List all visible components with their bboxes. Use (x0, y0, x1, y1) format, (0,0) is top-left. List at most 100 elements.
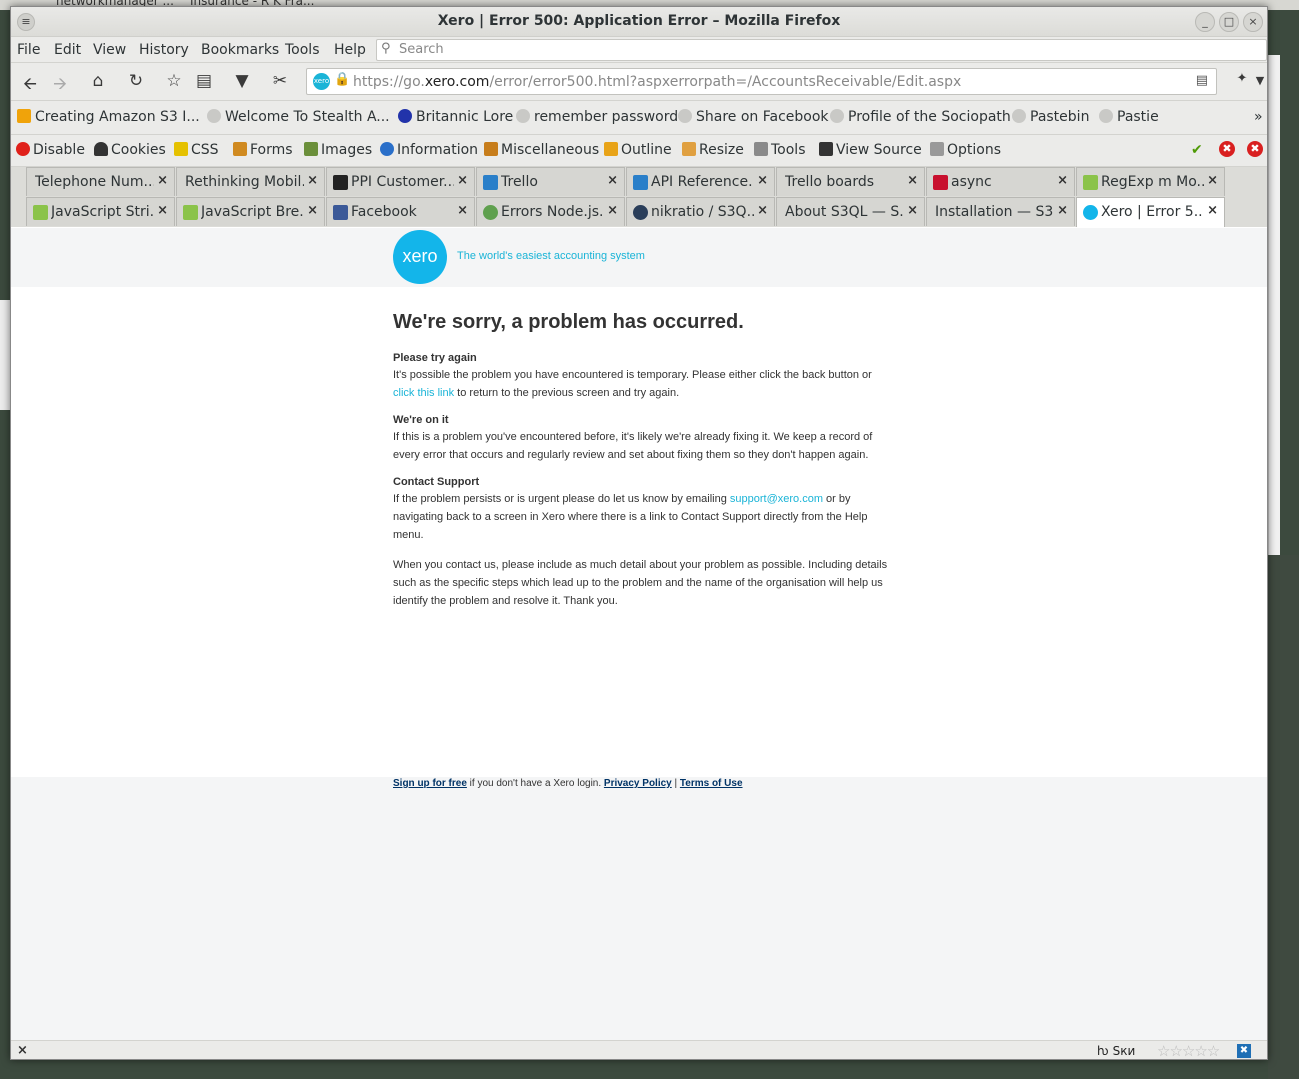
tab-close-icon[interactable]: × (307, 203, 318, 218)
devbar-disable[interactable]: Disable (16, 142, 85, 158)
tab-close-icon[interactable]: × (1057, 203, 1068, 218)
tab[interactable]: async × (926, 167, 1075, 196)
bookmark-item[interactable]: Share on Facebook (678, 109, 829, 125)
devbar-information[interactable]: Information (380, 142, 478, 158)
cut-icon[interactable]: ✂ (269, 71, 291, 91)
chevron-down-icon[interactable]: ▼ (1249, 74, 1267, 87)
star-icon[interactable]: ☆ (163, 71, 185, 91)
maximize-button[interactable]: □ (1219, 12, 1239, 32)
site-identity-icon[interactable]: xero (313, 73, 330, 90)
close-window-button[interactable]: × (1243, 12, 1263, 32)
bookmark-item[interactable]: Pastie (1099, 109, 1159, 125)
tab[interactable]: nikratio / S3Q... × (626, 197, 775, 226)
devbar-view-source[interactable]: View Source (819, 142, 922, 158)
tab[interactable]: Telephone Num... × (26, 167, 175, 196)
bookmarks-overflow-button[interactable]: » (1254, 109, 1263, 125)
tab-active[interactable]: Xero | Error 5... × (1076, 197, 1225, 227)
tab-close-icon[interactable]: × (757, 173, 768, 188)
tab-close-icon[interactable]: × (157, 173, 168, 188)
forward-icon[interactable]: 🡪 (49, 71, 71, 100)
back-icon[interactable]: 🡨 (19, 71, 41, 100)
tab-close-icon[interactable]: × (457, 173, 468, 188)
menu-file[interactable]: File (17, 42, 40, 58)
bookmark-item[interactable]: Creating Amazon S3 I... (17, 109, 200, 125)
rating-stars[interactable]: ☆☆☆☆☆ (1157, 1042, 1220, 1059)
signup-link[interactable]: Sign up for free (393, 778, 467, 789)
tab[interactable]: JavaScript Bre... × (176, 197, 325, 226)
tab-close-icon[interactable]: × (1057, 173, 1068, 188)
devbar-css[interactable]: CSS (174, 142, 219, 158)
reading-list-icon[interactable]: ▤ (193, 71, 215, 91)
tab[interactable]: PPI Customer... × (326, 167, 475, 196)
privacy-policy-link[interactable]: Privacy Policy (604, 778, 672, 789)
tab[interactable]: API Reference... × (626, 167, 775, 196)
terms-of-use-link[interactable]: Terms of Use (680, 778, 743, 789)
devbar-forms[interactable]: Forms (233, 142, 293, 158)
devbar-images[interactable]: Images (304, 142, 372, 158)
menu-history[interactable]: History (139, 42, 189, 58)
url-prefix: https://go. (353, 74, 425, 90)
tab-strip: Telephone Num... × Rethinking Mobil... × P… (11, 167, 1267, 227)
tab-close-icon[interactable]: × (157, 203, 168, 218)
tab[interactable]: RegExp m Mo... × (1076, 167, 1225, 196)
reader-view-icon[interactable]: ▤ (1196, 73, 1208, 88)
tab-close-icon[interactable]: × (607, 203, 618, 218)
bookmark-item[interactable]: Profile of the Sociopath (830, 109, 1011, 125)
tab[interactable]: Rethinking Mobil... × (176, 167, 325, 196)
tab-close-icon[interactable]: × (457, 203, 468, 218)
back-link[interactable]: click this link (393, 387, 454, 399)
language-indicator[interactable]: ƕ Ѕки (1097, 1044, 1135, 1058)
url-bar[interactable]: xero 🔒 https://go.xero.com/error/error50… (306, 68, 1217, 95)
menu-bookmarks[interactable]: Bookmarks (201, 42, 279, 58)
lock-icon[interactable]: 🔒 (334, 72, 350, 87)
pocket-icon[interactable]: ▼ (231, 71, 253, 91)
url-text[interactable]: https://go.xero.com/error/error500.html?… (353, 74, 961, 90)
menu-help[interactable]: Help (334, 42, 366, 58)
tab-close-icon[interactable]: × (757, 203, 768, 218)
bookmark-item[interactable]: Pastebin (1012, 109, 1089, 125)
globe-icon (1012, 109, 1026, 123)
bookmark-item[interactable]: Welcome To Stealth A... (207, 109, 390, 125)
menu-tools[interactable]: Tools (285, 42, 320, 58)
tab-close-icon[interactable]: × (907, 173, 918, 188)
tab[interactable]: About S3QL — S... × (776, 197, 925, 226)
valid-check-icon[interactable]: ✔ (1191, 142, 1203, 158)
devbar-resize[interactable]: Resize (682, 142, 744, 158)
tab[interactable]: Facebook × (326, 197, 475, 226)
home-icon[interactable]: ⌂ (87, 71, 109, 91)
options-icon (930, 142, 944, 156)
close-findbar-icon[interactable]: × (17, 1043, 28, 1058)
bookmark-item[interactable]: Britannic Lore (398, 109, 513, 125)
tab-close-icon[interactable]: × (907, 203, 918, 218)
devbar-outline[interactable]: Outline (604, 142, 672, 158)
tab[interactable]: Trello × (476, 167, 625, 196)
tab-label: Trello (501, 174, 538, 190)
search-input[interactable]: ⚲ Search (376, 39, 1267, 61)
tab[interactable]: Errors Node.js... × (476, 197, 625, 226)
bookmark-item[interactable]: remember password (516, 109, 678, 125)
tab[interactable]: JavaScript Stri... × (26, 197, 175, 226)
devbar-options[interactable]: Options (930, 142, 1001, 158)
addon-icon[interactable]: ✖ (1237, 1044, 1251, 1058)
devbar-tools[interactable]: Tools (754, 142, 806, 158)
error-x-icon[interactable]: ✖ (1219, 141, 1235, 157)
tab-close-icon[interactable]: × (607, 173, 618, 188)
error-x-icon[interactable]: ✖ (1247, 141, 1263, 157)
reload-icon[interactable]: ↻ (125, 71, 147, 91)
menu-edit[interactable]: Edit (54, 42, 81, 58)
support-email-link[interactable]: support@xero.com (730, 493, 823, 505)
window-title: Xero | Error 500: Application Error – Mo… (437, 13, 841, 29)
devbar-cookies[interactable]: Cookies (94, 142, 166, 158)
xero-header: xero The world's easiest accounting syst… (11, 228, 1267, 287)
tab[interactable]: Installation — S3... × (926, 197, 1075, 226)
minimize-button[interactable]: _ (1195, 12, 1215, 32)
menu-view[interactable]: View (93, 42, 126, 58)
devbar-miscellaneous[interactable]: Miscellaneous (484, 142, 599, 158)
tab-close-icon[interactable]: × (1207, 173, 1218, 188)
xero-logo[interactable]: xero (393, 230, 447, 284)
tab-close-icon[interactable]: × (307, 173, 318, 188)
tab[interactable]: Trello boards × (776, 167, 925, 196)
desktop-background (1268, 555, 1299, 1079)
tab-close-icon[interactable]: × (1207, 203, 1218, 218)
trello-icon (633, 175, 648, 190)
